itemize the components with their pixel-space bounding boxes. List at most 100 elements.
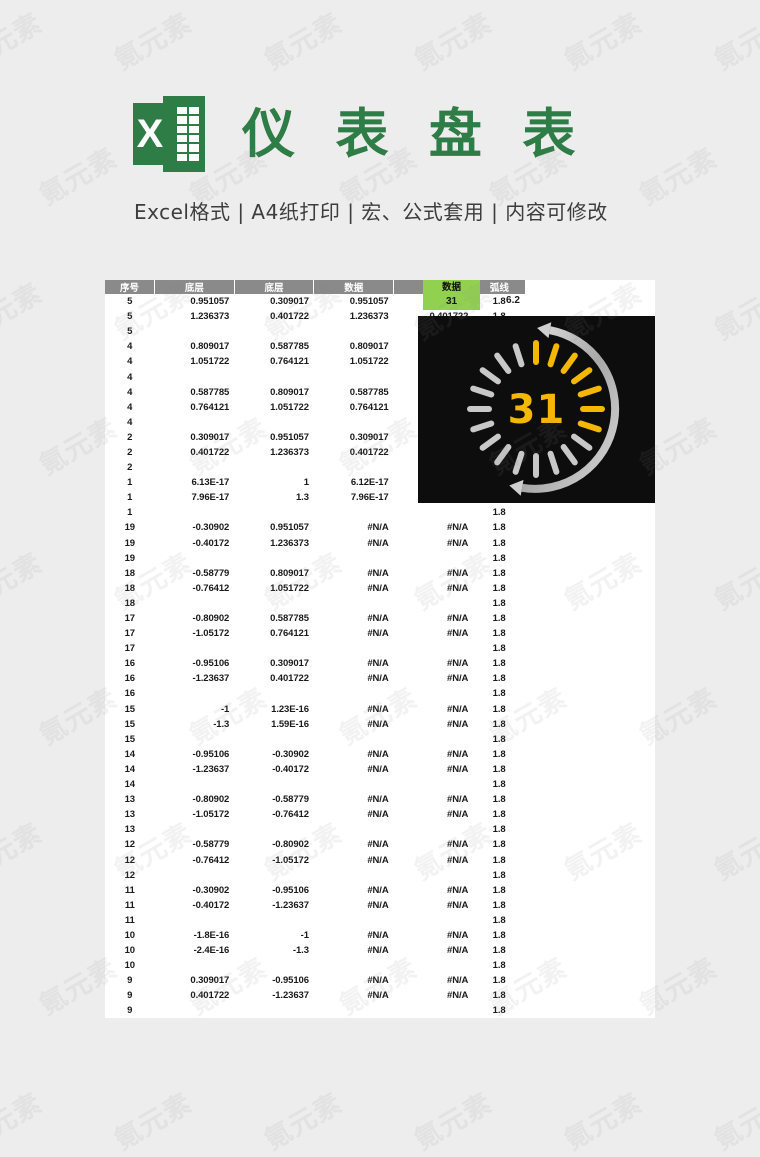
cell-index[interactable]: 16 bbox=[105, 686, 155, 701]
cell-arc[interactable]: 1.8 bbox=[473, 762, 525, 777]
cell-data-y[interactable] bbox=[394, 732, 474, 747]
cell-data-y[interactable]: #N/A bbox=[394, 581, 474, 596]
cell-index[interactable]: 13 bbox=[105, 822, 155, 837]
cell-data-y[interactable]: #N/A bbox=[394, 807, 474, 822]
cell-index[interactable]: 14 bbox=[105, 762, 155, 777]
column-header-base-x[interactable]: 底层 bbox=[154, 280, 235, 294]
cell-base-x[interactable]: -0.80902 bbox=[155, 792, 235, 807]
cell-index[interactable]: 15 bbox=[105, 702, 155, 717]
cell-data-y[interactable]: #N/A bbox=[394, 611, 474, 626]
cell-arc[interactable]: 1.8 bbox=[473, 898, 525, 913]
cell-data-x[interactable]: 0.401722 bbox=[314, 445, 394, 460]
cell-base-x[interactable]: -1 bbox=[155, 702, 235, 717]
cell-base-x[interactable]: 0.401722 bbox=[155, 988, 235, 1003]
cell-base-x[interactable]: -1.05172 bbox=[155, 626, 235, 641]
cell-base-x[interactable]: 0.401722 bbox=[155, 445, 235, 460]
cell-arc[interactable]: 1.8 bbox=[473, 732, 525, 747]
cell-data-x[interactable]: #N/A bbox=[314, 852, 394, 867]
cell-base-x[interactable]: -0.40172 bbox=[155, 898, 235, 913]
cell-data-x[interactable] bbox=[314, 732, 394, 747]
cell-data-x[interactable]: #N/A bbox=[314, 656, 394, 671]
cell-data-x[interactable]: 7.96E-17 bbox=[314, 490, 394, 505]
cell-index[interactable]: 1 bbox=[105, 505, 155, 520]
cell-base-x[interactable] bbox=[155, 415, 235, 430]
cell-index[interactable]: 1 bbox=[105, 475, 155, 490]
cell-data-y[interactable]: #N/A bbox=[394, 792, 474, 807]
cell-base-y[interactable]: 1.236373 bbox=[234, 445, 314, 460]
cell-base-x[interactable]: -0.80902 bbox=[155, 611, 235, 626]
cell-base-y[interactable]: -0.80902 bbox=[234, 837, 314, 852]
cell-data-x[interactable] bbox=[314, 777, 394, 792]
cell-base-x[interactable]: -1.05172 bbox=[155, 807, 235, 822]
cell-data-x[interactable] bbox=[314, 551, 394, 566]
cell-data-x[interactable] bbox=[314, 505, 394, 520]
cell-data-y[interactable] bbox=[394, 777, 474, 792]
column-header-arc[interactable]: 弧线 bbox=[473, 280, 525, 294]
cell-base-y[interactable] bbox=[234, 868, 314, 883]
cell-base-x[interactable] bbox=[155, 1003, 235, 1018]
cell-base-x[interactable] bbox=[155, 324, 235, 339]
cell-base-x[interactable] bbox=[155, 958, 235, 973]
cell-base-x[interactable]: 1.051722 bbox=[155, 354, 235, 369]
cell-data-y[interactable] bbox=[394, 686, 474, 701]
cell-data-x[interactable]: #N/A bbox=[314, 717, 394, 732]
cell-data-x[interactable]: #N/A bbox=[314, 747, 394, 762]
cell-index[interactable]: 13 bbox=[105, 807, 155, 822]
cell-base-x[interactable]: -0.58779 bbox=[155, 566, 235, 581]
cell-base-y[interactable] bbox=[234, 596, 314, 611]
cell-data-y[interactable]: #N/A bbox=[394, 717, 474, 732]
cell-arc[interactable]: 1.8 bbox=[473, 807, 525, 822]
cell-arc[interactable]: 1.8 bbox=[473, 671, 525, 686]
cell-index[interactable]: 12 bbox=[105, 868, 155, 883]
cell-data-x[interactable]: 0.809017 bbox=[314, 339, 394, 354]
cell-arc[interactable]: 1.8 bbox=[473, 822, 525, 837]
cell-base-y[interactable]: -1.23637 bbox=[234, 988, 314, 1003]
cell-base-y[interactable] bbox=[234, 415, 314, 430]
cell-base-y[interactable]: 1.236373 bbox=[234, 536, 314, 551]
cell-base-x[interactable]: -1.23637 bbox=[155, 671, 235, 686]
cell-base-x[interactable]: -0.76412 bbox=[155, 581, 235, 596]
cell-data-y[interactable]: #N/A bbox=[394, 762, 474, 777]
cell-base-y[interactable]: 1.59E-16 bbox=[234, 717, 314, 732]
cell-data-y[interactable]: #N/A bbox=[394, 973, 474, 988]
cell-base-y[interactable]: 1.3 bbox=[234, 490, 314, 505]
cell-index[interactable]: 2 bbox=[105, 430, 155, 445]
cell-index[interactable]: 14 bbox=[105, 747, 155, 762]
cell-data-y[interactable] bbox=[394, 1003, 474, 1018]
cell-data-x[interactable]: #N/A bbox=[314, 898, 394, 913]
cell-base-y[interactable]: 0.587785 bbox=[234, 611, 314, 626]
cell-data-y[interactable] bbox=[394, 641, 474, 656]
cell-index[interactable]: 2 bbox=[105, 445, 155, 460]
cell-arc[interactable]: 1.8 bbox=[473, 520, 525, 535]
cell-arc[interactable]: 1.8 bbox=[473, 958, 525, 973]
cell-data-x[interactable]: #N/A bbox=[314, 626, 394, 641]
cell-index[interactable]: 10 bbox=[105, 958, 155, 973]
cell-index[interactable]: 18 bbox=[105, 596, 155, 611]
cell-data-x[interactable]: #N/A bbox=[314, 988, 394, 1003]
cell-base-x[interactable]: 0.309017 bbox=[155, 430, 235, 445]
cell-base-y[interactable]: -1 bbox=[234, 928, 314, 943]
cell-base-y[interactable] bbox=[234, 732, 314, 747]
cell-base-x[interactable] bbox=[155, 551, 235, 566]
cell-data-x[interactable]: #N/A bbox=[314, 883, 394, 898]
cell-base-y[interactable]: 0.809017 bbox=[234, 385, 314, 400]
cell-base-x[interactable] bbox=[155, 777, 235, 792]
cell-arc[interactable]: 1.8 bbox=[473, 581, 525, 596]
cell-base-y[interactable] bbox=[234, 1003, 314, 1018]
cell-arc[interactable]: 1.8 bbox=[473, 973, 525, 988]
cell-base-y[interactable] bbox=[234, 551, 314, 566]
column-header-data-x[interactable]: 数据 bbox=[313, 280, 395, 294]
cell-base-y[interactable] bbox=[234, 686, 314, 701]
cell-arc[interactable]: 1.8 bbox=[473, 702, 525, 717]
cell-base-y[interactable]: -0.58779 bbox=[234, 792, 314, 807]
cell-index[interactable]: 4 bbox=[105, 339, 155, 354]
cell-base-x[interactable] bbox=[155, 369, 235, 384]
cell-index[interactable]: 4 bbox=[105, 354, 155, 369]
cell-base-y[interactable]: -1.05172 bbox=[234, 852, 314, 867]
cell-index[interactable]: 4 bbox=[105, 385, 155, 400]
cell-index[interactable]: 13 bbox=[105, 792, 155, 807]
cell-data-x[interactable] bbox=[314, 868, 394, 883]
cell-data-x[interactable]: #N/A bbox=[314, 762, 394, 777]
cell-arc[interactable]: 1.8 bbox=[473, 928, 525, 943]
cell-base-y[interactable]: -0.76412 bbox=[234, 807, 314, 822]
